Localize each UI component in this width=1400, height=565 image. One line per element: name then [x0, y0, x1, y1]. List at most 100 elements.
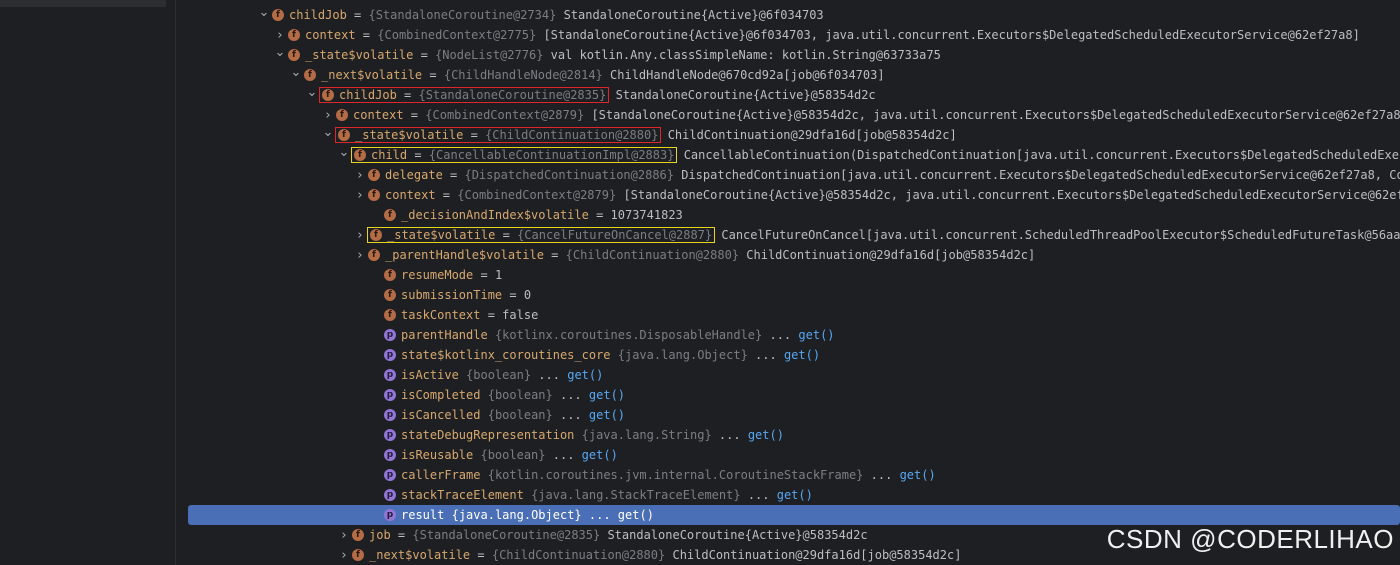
equals-sign: =: [407, 148, 429, 162]
get-link[interactable]: get(): [748, 428, 784, 442]
get-link[interactable]: get(): [589, 408, 625, 422]
var-name: stackTraceElement: [401, 488, 524, 502]
var-name: _parentHandle$volatile: [385, 248, 544, 262]
entry-head: p stateDebugRepresentation {java.lang.Str…: [384, 428, 712, 442]
property-icon: p: [384, 369, 396, 381]
entry-head: f _decisionAndIndex$volatile =: [384, 208, 611, 222]
var-value: CancellableContinuation(DispatchedContin…: [683, 148, 1400, 162]
var-name: isCompleted: [401, 388, 481, 402]
chevron-right-icon[interactable]: ›: [320, 108, 336, 123]
tree-row[interactable]: p isReusable {boolean} ... get(): [176, 445, 1400, 465]
tree-row[interactable]: f submissionTime = 0: [176, 285, 1400, 305]
var-name: childJob: [289, 8, 347, 22]
tree-row[interactable]: › f context = {CombinedContext@2775} [Stan…: [176, 25, 1400, 45]
get-link[interactable]: get(): [589, 388, 625, 402]
chevron-down-icon[interactable]: ⌄: [304, 85, 320, 100]
tree-row[interactable]: ⌄ f child = {CancellableContinuationImpl@2…: [176, 145, 1400, 165]
var-type: {java.lang.StackTraceElement}: [531, 488, 741, 502]
var-type: {java.lang.Object}: [451, 508, 582, 522]
var-ellipsis: ...: [559, 408, 582, 422]
tree-row[interactable]: ⌄ f _next$volatile = {ChildHandleNode@2814…: [176, 65, 1400, 85]
var-ellipsis: ...: [769, 328, 792, 342]
var-name: _next$volatile: [369, 548, 471, 562]
chevron-right-icon[interactable]: ›: [352, 228, 368, 243]
tree-row[interactable]: f _decisionAndIndex$volatile = 1073741823: [176, 205, 1400, 225]
var-name: _next$volatile: [321, 68, 423, 82]
chevron-right-icon[interactable]: ›: [352, 248, 368, 263]
variables-tree[interactable]: ⌄ f childJob = {StandaloneCoroutine@2734} …: [176, 0, 1400, 565]
var-type: {NodeList@2776}: [435, 48, 544, 62]
var-type: {ChildContinuation@2880}: [565, 248, 740, 262]
chevron-right-icon[interactable]: ›: [272, 28, 288, 43]
equals-sign: =: [413, 48, 436, 62]
tree-row[interactable]: f taskContext = false: [176, 305, 1400, 325]
tree-row[interactable]: p stackTraceElement {java.lang.StackTrace…: [176, 485, 1400, 505]
tree-row[interactable]: ⌄ f childJob = {StandaloneCoroutine@2734} …: [176, 5, 1400, 25]
entry-head: f context = {CombinedContext@2775}: [288, 28, 536, 42]
tree-row[interactable]: › f context = {CombinedContext@2879} [Stan…: [176, 185, 1400, 205]
chevron-right-icon[interactable]: ›: [336, 528, 352, 543]
entry-head: f _next$volatile = {ChildHandleNode@2814}: [304, 68, 603, 82]
var-name: context: [305, 28, 356, 42]
tree-row[interactable]: p isActive {boolean} ... get(): [176, 365, 1400, 385]
var-name: _state$volatile: [387, 228, 496, 242]
chevron-down-icon[interactable]: ⌄: [336, 145, 352, 160]
entry-head: f _parentHandle$volatile = {ChildContinua…: [368, 248, 739, 262]
tree-row[interactable]: p result {java.lang.Object} ... get(): [188, 505, 1400, 525]
var-name: childJob: [339, 88, 397, 102]
get-link[interactable]: get(): [798, 328, 834, 342]
equals-sign: =: [470, 548, 492, 562]
tree-row[interactable]: ⌄ f _state$volatile = {ChildContinuation@2…: [176, 125, 1400, 145]
field-icon: f: [384, 269, 396, 281]
tree-row[interactable]: p state$kotlinx_coroutines_core {java.lan…: [176, 345, 1400, 365]
chevron-down-icon[interactable]: ⌄: [256, 5, 272, 20]
equals-sign: =: [442, 168, 465, 182]
var-value: [StandaloneCoroutine{Active}@58354d2c, j…: [591, 108, 1400, 122]
entry-head: f resumeMode =: [384, 268, 495, 282]
equals-sign: =: [346, 8, 369, 22]
tree-row[interactable]: p stateDebugRepresentation {java.lang.Str…: [176, 425, 1400, 445]
var-type: {boolean}: [487, 408, 553, 422]
var-name: isCancelled: [401, 408, 481, 422]
get-link[interactable]: get(): [567, 368, 603, 382]
equals-sign: =: [502, 288, 524, 302]
tree-row[interactable]: p callerFrame {kotlin.coroutines.jvm.inte…: [176, 465, 1400, 485]
highlight-box: f child = {CancellableContinuationImpl@28…: [350, 147, 678, 163]
chevron-right-icon[interactable]: ›: [336, 548, 352, 563]
chevron-right-icon[interactable]: ›: [352, 188, 368, 203]
tree-row[interactable]: › f delegate = {DispatchedContinuation@288…: [176, 165, 1400, 185]
var-type: {StandaloneCoroutine@2835}: [412, 528, 601, 542]
property-icon: p: [384, 509, 396, 521]
get-link[interactable]: get(): [777, 488, 813, 502]
field-icon: f: [352, 529, 364, 541]
tree-row[interactable]: › f _parentHandle$volatile = {ChildContinu…: [176, 245, 1400, 265]
var-name: submissionTime: [401, 288, 503, 302]
tree-row[interactable]: ⌄ f _state$volatile = {NodeList@2776} val …: [176, 45, 1400, 65]
var-type: {boolean}: [480, 448, 546, 462]
chevron-right-icon[interactable]: ›: [352, 168, 368, 183]
tree-row[interactable]: p parentHandle {kotlinx.coroutines.Dispos…: [176, 325, 1400, 345]
var-type: {boolean}: [466, 368, 532, 382]
chevron-down-icon[interactable]: ⌄: [272, 45, 288, 60]
var-name: child: [371, 148, 408, 162]
chevron-down-icon[interactable]: ⌄: [320, 125, 336, 140]
tree-row[interactable]: › f context = {CombinedContext@2879} [Stan…: [176, 105, 1400, 125]
watermark: CSDN @CODERLIHAO: [1106, 524, 1394, 554]
tree-row[interactable]: p isCancelled {boolean} ... get(): [176, 405, 1400, 425]
tree-row[interactable]: › f _state$volatile = {CancelFutureOnCance…: [176, 225, 1400, 245]
var-value: val kotlin.Any.classSimpleName: kotlin.S…: [550, 48, 941, 62]
get-link[interactable]: get(): [618, 508, 654, 522]
tree-row[interactable]: p isCompleted {boolean} ... get(): [176, 385, 1400, 405]
var-type: {ChildContinuation@2880}: [491, 548, 666, 562]
var-ellipsis: ...: [552, 448, 575, 462]
var-name: isActive: [401, 368, 459, 382]
get-link[interactable]: get(): [784, 348, 820, 362]
get-link[interactable]: get(): [582, 448, 618, 462]
entry-head: f _state$volatile = {NodeList@2776}: [288, 48, 543, 62]
var-name: taskContext: [401, 308, 481, 322]
field-icon: f: [368, 169, 380, 181]
tree-row[interactable]: f resumeMode = 1: [176, 265, 1400, 285]
get-link[interactable]: get(): [900, 468, 936, 482]
chevron-down-icon[interactable]: ⌄: [288, 65, 304, 80]
tree-row[interactable]: ⌄ f childJob = {StandaloneCoroutine@2835} …: [176, 85, 1400, 105]
